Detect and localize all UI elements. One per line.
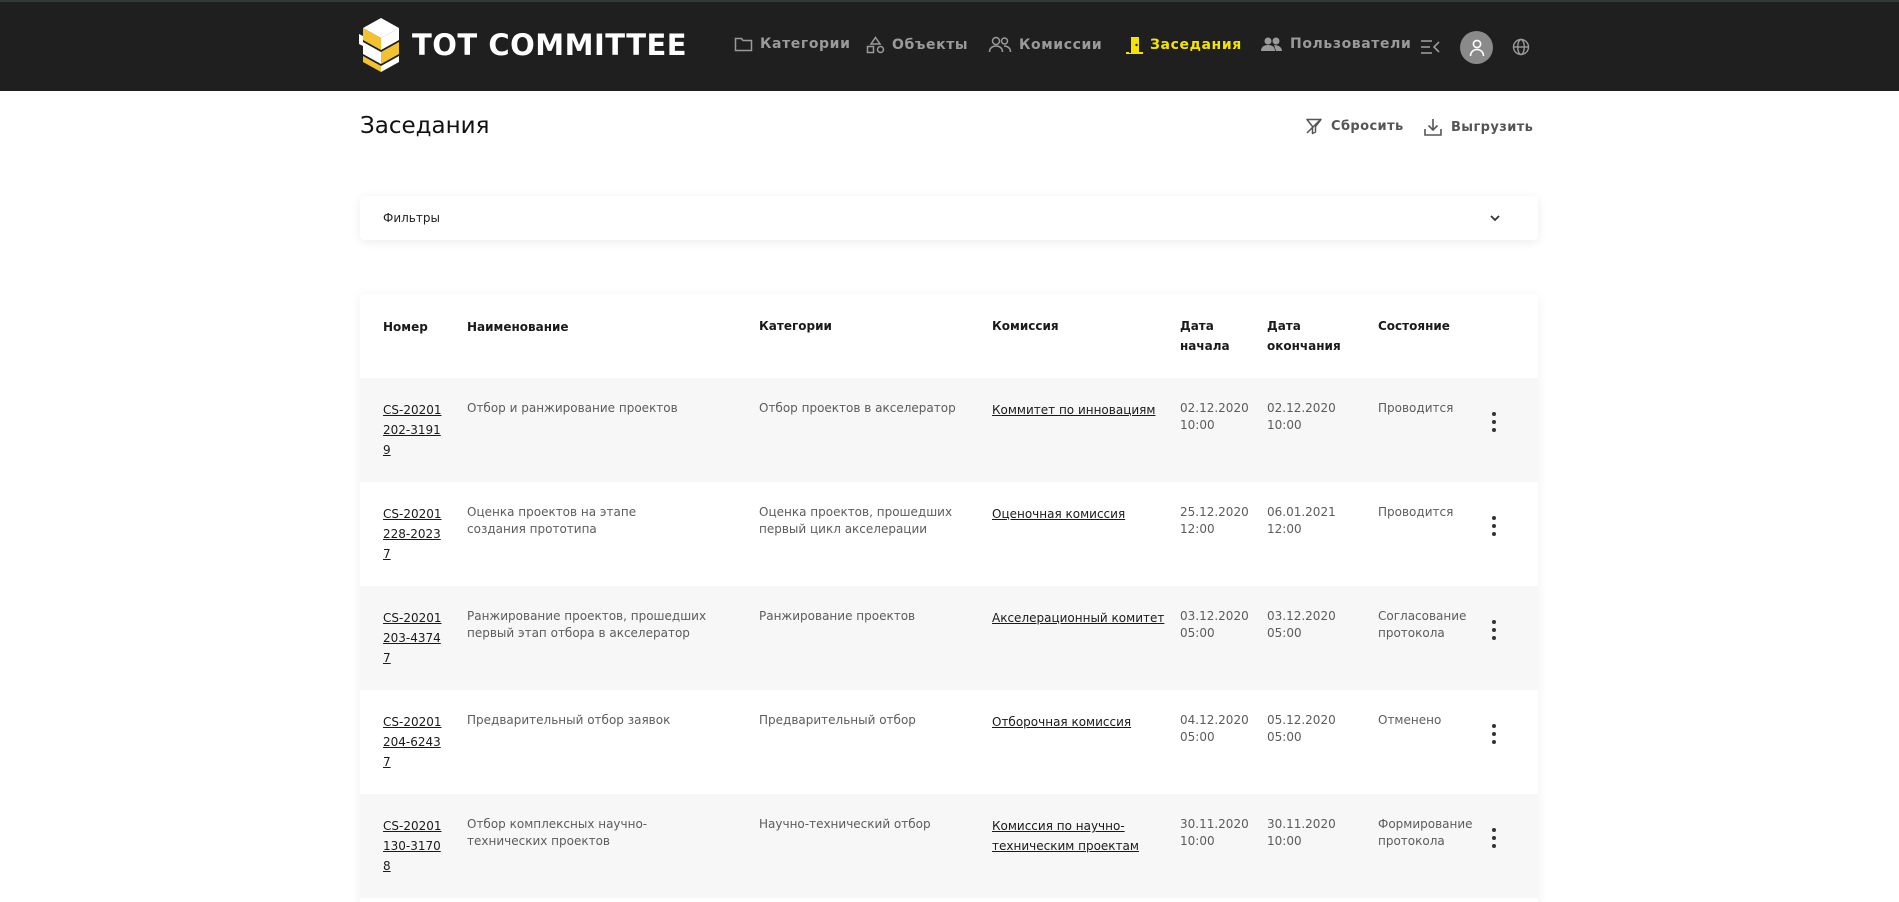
row-actions-menu-icon[interactable] bbox=[1490, 724, 1498, 744]
top-navigation-bar: TOT COMMITTEE Категории Объекты Комиссии… bbox=[0, 0, 1899, 91]
meeting-name: Предварительный отбор заявок bbox=[467, 713, 671, 727]
table-header: Номер Наименование Категории Комиссия Да… bbox=[360, 294, 1538, 378]
meeting-number-link[interactable]: CS-20201204-62437 bbox=[383, 712, 447, 772]
column-header-end-date[interactable]: Дата окончания bbox=[1267, 316, 1347, 356]
meeting-status: Формирование протокола bbox=[1378, 817, 1473, 848]
shapes-icon bbox=[866, 36, 885, 54]
meeting-name: Отбор комплексных научно-технических про… bbox=[467, 817, 648, 848]
folder-icon bbox=[734, 37, 753, 52]
table-row[interactable]: CS-20201228-20237 Оценка проектов на эта… bbox=[360, 482, 1538, 586]
nav-item-meetings[interactable]: Заседания bbox=[1126, 36, 1242, 54]
meeting-status: Проводится bbox=[1378, 505, 1454, 519]
meeting-status: Отменено bbox=[1378, 713, 1442, 727]
table-row[interactable]: CS-20201202-31919 Отбор и ранжирование п… bbox=[360, 378, 1538, 482]
row-actions-menu-icon[interactable] bbox=[1490, 620, 1498, 640]
filters-panel[interactable]: Фильтры bbox=[360, 196, 1538, 240]
nav-item-commissions[interactable]: Комиссии bbox=[988, 36, 1102, 53]
meeting-end-date: 02.12.2020 10:00 bbox=[1267, 401, 1336, 432]
column-header-categories[interactable]: Категории bbox=[759, 316, 832, 336]
page-title: Заседания bbox=[360, 113, 490, 139]
meeting-category: Научно-технический отбор bbox=[759, 817, 931, 831]
row-actions-menu-icon[interactable] bbox=[1490, 516, 1498, 536]
language-globe-icon[interactable] bbox=[1512, 38, 1530, 56]
filter-off-icon bbox=[1306, 118, 1322, 135]
column-header-start-date[interactable]: Дата начала bbox=[1180, 316, 1244, 356]
group-icon bbox=[1261, 37, 1282, 51]
meetings-table: Номер Наименование Категории Комиссия Да… bbox=[360, 294, 1538, 902]
meeting-start-date: 25.12.2020 12:00 bbox=[1180, 505, 1249, 536]
user-avatar[interactable] bbox=[1460, 31, 1493, 64]
meeting-end-date: 06.01.2021 12:00 bbox=[1267, 505, 1336, 536]
table-row[interactable]: CS-20201204-62437 Предварительный отбор … bbox=[360, 690, 1538, 794]
nav-item-label: Категории bbox=[760, 36, 851, 52]
reset-label: Сбросить bbox=[1331, 118, 1404, 134]
meeting-category: Оценка проектов, прошедших первый цикл а… bbox=[759, 505, 953, 536]
meeting-category: Предварительный отбор bbox=[759, 713, 916, 727]
meeting-end-date: 30.11.2020 10:00 bbox=[1267, 817, 1336, 848]
meeting-name: Отбор и ранжирование проектов bbox=[467, 401, 678, 415]
column-header-commission[interactable]: Комиссия bbox=[992, 316, 1059, 336]
commission-link[interactable]: Оценочная комиссия bbox=[992, 504, 1172, 524]
brand-logo[interactable]: TOT COMMITTEE bbox=[359, 16, 687, 74]
door-icon bbox=[1126, 37, 1143, 54]
column-header-status[interactable]: Состояние bbox=[1378, 316, 1450, 336]
column-header-name[interactable]: Наименование bbox=[467, 317, 569, 337]
logo-cube-icon bbox=[359, 18, 399, 72]
commission-link[interactable]: Отборочная комиссия bbox=[992, 712, 1172, 732]
filters-label: Фильтры bbox=[383, 211, 440, 225]
nav-item-label: Объекты bbox=[892, 37, 969, 53]
meeting-number-link[interactable]: CS-20201228-20237 bbox=[383, 504, 447, 564]
chevron-down-icon[interactable] bbox=[1488, 211, 1502, 225]
nav-item-label: Заседания bbox=[1150, 37, 1242, 53]
meeting-start-date: 30.11.2020 10:00 bbox=[1180, 817, 1249, 848]
meeting-start-date: 02.12.2020 10:00 bbox=[1180, 401, 1249, 432]
meeting-start-date: 04.12.2020 05:00 bbox=[1180, 713, 1249, 744]
commission-link[interactable]: Коммитет по инновациям bbox=[992, 400, 1172, 420]
column-header-number[interactable]: Номер bbox=[383, 317, 428, 337]
nav-item-objects[interactable]: Объекты bbox=[866, 36, 968, 54]
users-icon bbox=[988, 36, 1012, 53]
nav-item-users[interactable]: Пользователи bbox=[1261, 36, 1411, 52]
meeting-name: Оценка проектов на этапе создания протот… bbox=[467, 505, 637, 536]
export-label: Выгрузить bbox=[1451, 119, 1534, 135]
user-icon bbox=[1469, 39, 1484, 56]
meeting-status: Проводится bbox=[1378, 401, 1454, 415]
nav-item-label: Комиссии bbox=[1019, 36, 1103, 53]
table-row[interactable]: CS-20201203-43747 Ранжирование проектов,… bbox=[360, 586, 1538, 690]
meeting-number-link[interactable]: CS-20201203-43747 bbox=[383, 608, 447, 668]
meeting-end-date: 05.12.2020 05:00 bbox=[1267, 713, 1336, 744]
meeting-start-date: 03.12.2020 05:00 bbox=[1180, 609, 1249, 640]
export-button[interactable]: Выгрузить bbox=[1423, 117, 1533, 137]
meeting-name: Ранжирование проектов, прошедших первый … bbox=[467, 609, 707, 640]
nav-item-label: Пользователи bbox=[1290, 36, 1412, 52]
meeting-category: Ранжирование проектов bbox=[759, 609, 916, 623]
nav-item-categories[interactable]: Категории bbox=[734, 36, 850, 52]
meeting-number-link[interactable]: CS-20201130-31708 bbox=[383, 816, 447, 876]
brand-name: TOT COMMITTEE bbox=[412, 27, 688, 62]
meeting-category: Отбор проектов в акселератор bbox=[759, 401, 956, 415]
collapse-menu-icon[interactable] bbox=[1420, 38, 1440, 56]
meeting-end-date: 03.12.2020 05:00 bbox=[1267, 609, 1336, 640]
reset-button[interactable]: Сбросить bbox=[1305, 117, 1404, 135]
row-actions-menu-icon[interactable] bbox=[1490, 412, 1498, 432]
commission-link[interactable]: Комиссия по научно-техническим проектам bbox=[992, 816, 1152, 856]
commission-link[interactable]: Акселерационный комитет bbox=[992, 608, 1174, 628]
download-icon bbox=[1424, 119, 1442, 136]
row-actions-menu-icon[interactable] bbox=[1490, 828, 1498, 848]
meeting-number-link[interactable]: CS-20201202-31919 bbox=[383, 400, 447, 460]
meeting-status: Согласование протокола bbox=[1378, 609, 1467, 640]
table-row[interactable]: CS-20201130-31708 Отбор комплексных науч… bbox=[360, 794, 1538, 898]
